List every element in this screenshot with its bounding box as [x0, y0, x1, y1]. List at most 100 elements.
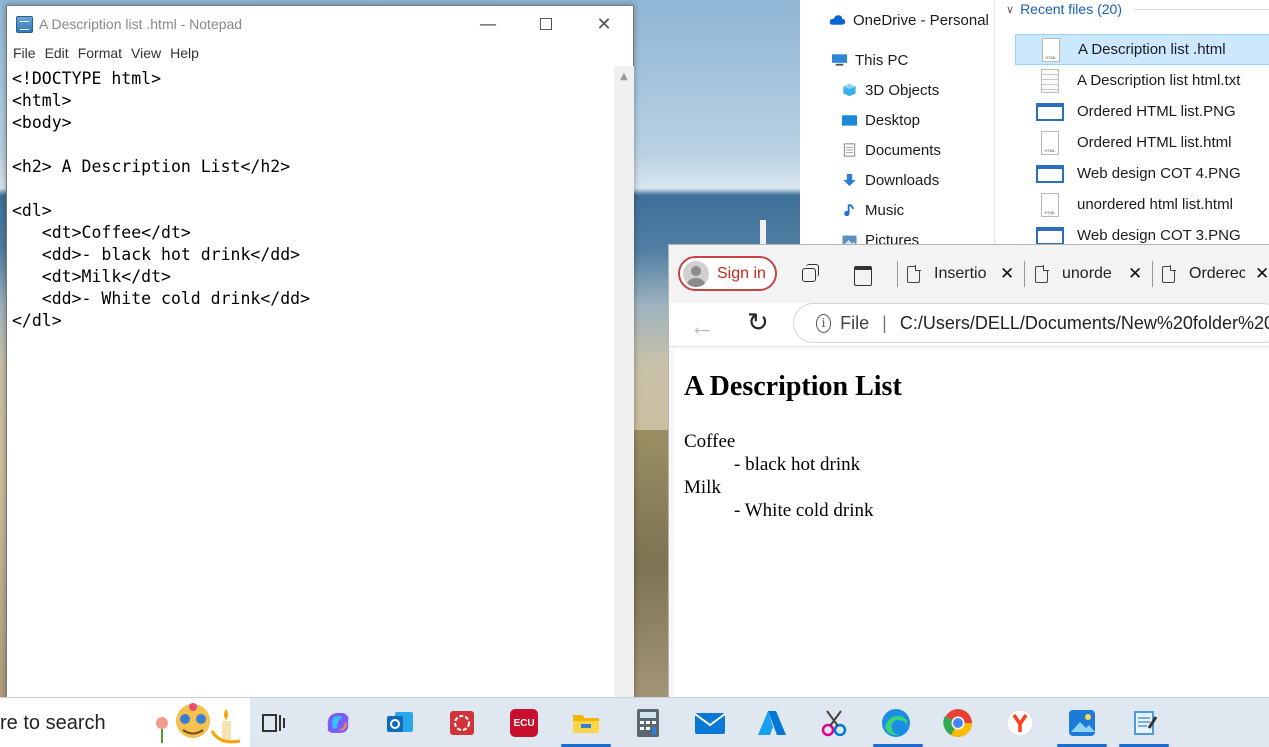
tab-close-icon[interactable]: ✕ [1000, 264, 1014, 284]
nav-item-3d-objects[interactable]: 3D Objects [841, 79, 939, 101]
explorer-nav-pane: OneDrive - Personal This PC 3D Objects D… [800, 0, 995, 249]
notepad-icon [1134, 711, 1158, 735]
notepad-button[interactable] [1124, 703, 1164, 743]
copilot-button[interactable] [318, 703, 358, 743]
info-icon[interactable]: i [816, 313, 832, 333]
cube-icon [843, 83, 856, 97]
photos-button[interactable] [1062, 703, 1102, 743]
edge-button[interactable] [876, 703, 916, 743]
taskbar-search-box[interactable]: re to search [0, 698, 250, 747]
tab-separator [897, 261, 898, 287]
recent-file-name: Web design COT 3.PNG [1077, 227, 1241, 244]
recent-file-name: A Description list html.txt [1077, 72, 1241, 89]
edge-icon [882, 709, 910, 737]
maximize-button[interactable] [517, 6, 575, 42]
browser-page-viewport: A Description List Coffee - black hot dr… [674, 348, 1269, 698]
red-app-button[interactable] [442, 703, 482, 743]
yandex-button[interactable] [1000, 703, 1040, 743]
document-icon [1162, 264, 1176, 283]
recent-file-row[interactable]: Ordered HTML list.PNG [1015, 96, 1269, 127]
url-separator: | [882, 312, 887, 333]
snipping-tool-button[interactable] [814, 703, 854, 743]
scroll-up-arrow-icon[interactable]: ▲ [614, 66, 634, 86]
tab-close-icon[interactable]: ✕ [1255, 264, 1269, 284]
notepad-vertical-scrollbar[interactable]: ▲ [614, 66, 634, 702]
image-file-icon [1035, 161, 1065, 187]
recent-files-title: Recent files (20) [1020, 1, 1122, 17]
workspaces-icon[interactable] [799, 263, 821, 285]
task-view-icon [262, 714, 285, 732]
sign-in-label: Sign in [717, 264, 766, 282]
notepad-code-text[interactable]: <!DOCTYPE html> <html> <body> <h2> A Des… [12, 68, 615, 332]
nav-item-label: Desktop [865, 111, 921, 129]
ecu-webcrm-icon: ECU [510, 709, 538, 737]
nav-item-label: This PC [855, 51, 909, 69]
menu-file[interactable]: File [13, 45, 36, 61]
chrome-button[interactable] [938, 703, 978, 743]
browser-tab-bar: Sign in Insertio ✕ unorde ✕ Orderec ✕ [669, 245, 1269, 303]
nav-item-music[interactable]: Music [841, 199, 904, 221]
tab-ordered[interactable]: Orderec ✕ [1162, 257, 1269, 291]
avatar-icon [683, 260, 709, 287]
ecu-webcrm-button[interactable]: ECU [504, 703, 544, 743]
nav-item-onedrive[interactable]: OneDrive - Personal [829, 9, 989, 31]
tab-close-icon[interactable]: ✕ [1128, 264, 1142, 284]
tab-label: Orderec [1189, 265, 1245, 282]
recent-file-row[interactable]: A Description list html.txt [1015, 65, 1269, 96]
desktop-icon [841, 115, 858, 126]
search-highlight-art-icon [156, 703, 241, 744]
azure-icon [758, 711, 786, 735]
url-text[interactable]: C:/Users/DELL/Documents/New%20folder%20l… [900, 313, 1269, 334]
nav-item-documents[interactable]: Documents [841, 139, 941, 161]
sign-in-button[interactable]: Sign in [678, 256, 777, 291]
copilot-icon [327, 713, 349, 733]
file-explorer-button[interactable] [566, 703, 606, 743]
tab-unordered[interactable]: unorde ✕ [1035, 257, 1149, 291]
tab-label: Insertio [934, 265, 987, 282]
nav-item-label: Downloads [865, 171, 940, 189]
outlook-button[interactable] [380, 703, 420, 743]
reload-icon[interactable]: ↻ [747, 307, 769, 338]
mail-button[interactable] [690, 703, 730, 743]
download-icon [843, 173, 856, 187]
menu-format[interactable]: Format [78, 45, 122, 61]
recent-file-row[interactable]: unordered html list.html [1015, 189, 1269, 220]
image-file-icon [1035, 99, 1065, 125]
notepad-window: A Description list .html - Notepad — ✕ F… [6, 5, 634, 702]
documents-icon [843, 143, 856, 157]
nav-item-downloads[interactable]: Downloads [841, 169, 939, 191]
file-explorer-window: OneDrive - Personal This PC 3D Objects D… [800, 0, 1269, 249]
recent-file-row[interactable]: Web design COT 4.PNG [1015, 158, 1269, 189]
nav-item-desktop[interactable]: Desktop [841, 109, 920, 131]
menu-edit[interactable]: Edit [45, 45, 69, 61]
cloud-icon [829, 15, 846, 25]
url-input[interactable]: i File | C:/Users/DELL/Documents/New%20f… [793, 303, 1269, 343]
menu-help[interactable]: Help [170, 45, 199, 61]
notepad-titlebar[interactable]: A Description list .html - Notepad — ✕ [7, 6, 633, 42]
recent-file-name: Ordered HTML list.html [1077, 134, 1232, 151]
chevron-down-icon: ∨ [1006, 3, 1015, 16]
tab-actions-icon[interactable] [852, 263, 874, 286]
music-icon [844, 203, 854, 217]
close-button[interactable]: ✕ [575, 6, 633, 42]
calculator-button[interactable] [628, 703, 668, 743]
pc-icon [831, 54, 848, 66]
tab-insertion[interactable]: Insertio ✕ [907, 257, 1021, 291]
photos-icon [1069, 710, 1095, 736]
nav-item-this-pc[interactable]: This PC [831, 49, 908, 71]
recent-files-pane: ∨ Recent files (20) A Description list .… [996, 0, 1269, 246]
recent-files-header[interactable]: ∨ Recent files (20) [1006, 0, 1122, 18]
file-explorer-icon [573, 715, 599, 733]
notepad-editor[interactable]: <!DOCTYPE html> <html> <body> <h2> A Des… [7, 66, 615, 702]
recent-file-row[interactable]: Ordered HTML list.html [1015, 127, 1269, 158]
browser-window: Sign in Insertio ✕ unorde ✕ Orderec ✕ ← … [668, 244, 1269, 698]
menu-view[interactable]: View [131, 45, 161, 61]
azure-button[interactable] [752, 703, 792, 743]
back-arrow-icon[interactable]: ← [689, 311, 715, 342]
minimize-button[interactable]: — [459, 6, 517, 42]
maximize-icon [540, 18, 552, 30]
recent-file-row[interactable]: A Description list .html [1015, 34, 1269, 65]
nav-item-label: Documents [865, 141, 941, 159]
task-view-button[interactable] [253, 703, 293, 743]
nav-item-label: Music [865, 201, 905, 219]
